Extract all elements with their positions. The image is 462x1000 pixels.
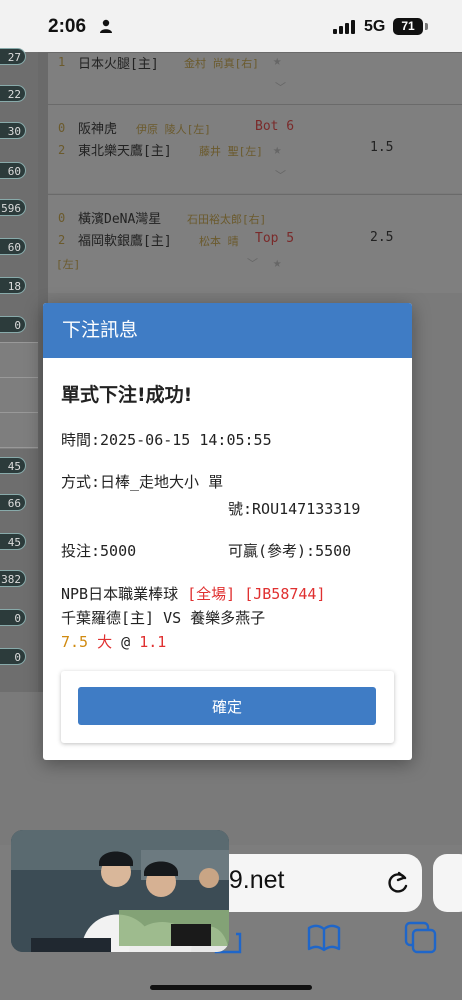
pip-video[interactable] [11, 830, 229, 952]
match-row[interactable]: 0 橫濱DeNA灣星 石田裕太郎[右] 2 福岡軟銀鷹[主] 松本 晴 Top … [48, 194, 462, 293]
match-odds[interactable]: 2.5 [370, 230, 393, 245]
bet-league-line: NPB日本職業棒球 [全場] [JB58744] [61, 583, 326, 604]
side-pill: 60 [0, 162, 26, 179]
network-label: 5G [364, 18, 386, 35]
star-icon[interactable]: ★ [273, 255, 281, 271]
match-odds[interactable]: 1.5 [370, 140, 393, 155]
video-frame-image [11, 830, 229, 952]
side-pill: 0 [0, 609, 26, 626]
match-pitcher-hand: [左] [56, 258, 81, 271]
bet-win: 可贏(參考):5500 [228, 542, 352, 560]
status-bar: 2:06 5G 71 [0, 0, 462, 52]
battery-cap [425, 23, 428, 30]
bet-method: 方式:日棒_走地大小 單 [61, 473, 224, 491]
match-inning: Top 5 [255, 231, 295, 246]
match-score: 2 [58, 143, 66, 157]
match-score: 1 [58, 55, 66, 69]
bet-time: 時間:2025-06-15 14:05:55 [61, 431, 272, 449]
bet-stake: 投注:5000 [61, 542, 137, 560]
match-pitcher: 伊原 陵人[左] [136, 123, 211, 136]
bet-scope: [全場] [187, 585, 236, 603]
side-pill: 596 [0, 199, 26, 216]
side-pill: 0 [0, 316, 26, 333]
match-score: 0 [58, 211, 66, 225]
modal-header: 下注訊息 [43, 303, 412, 358]
star-icon[interactable]: ★ [273, 53, 281, 69]
side-pill: 60 [0, 238, 26, 255]
match-pitcher: 石田裕太郎[右] [187, 213, 267, 226]
match-team: 日本火腿[主] [78, 57, 159, 72]
reload-icon[interactable] [385, 868, 411, 896]
bet-line-side: 大 [97, 633, 113, 651]
match-score: 2 [58, 233, 66, 247]
side-pill: 30 [0, 122, 26, 139]
bet-code: [JB58744] [244, 585, 326, 603]
match-pitcher: 松本 晴 [199, 235, 239, 248]
bet-selection-line: 7.5 大 @ 1.1 [61, 631, 166, 652]
bet-order-number: 號:ROU147133319 [228, 500, 361, 518]
confirm-button[interactable]: 確定 [78, 687, 376, 725]
match-team: 阪神虎 [78, 122, 118, 137]
match-team: 橫濱DeNA灣星 [78, 212, 162, 227]
side-pill: 22 [0, 85, 26, 102]
match-score: 0 [58, 121, 66, 135]
bet-at: @ [121, 633, 131, 651]
signal-icon [333, 20, 355, 34]
match-row[interactable]: 0 阪神虎 伊原 陵人[左] Bot 6 2 東北樂天鷹[主] 藤井 聖[左] … [48, 104, 462, 193]
side-gray-rows [0, 342, 38, 449]
match-inning: Bot 6 [255, 119, 295, 134]
confirm-container: 確定 [61, 671, 394, 743]
bookmarks-icon[interactable] [306, 920, 342, 956]
bet-odds: 1.1 [139, 633, 167, 651]
battery-icon: 71 [393, 18, 423, 35]
side-pill: 0 [0, 648, 26, 665]
success-title: 單式下注!成功! [61, 384, 193, 406]
side-pill: 18 [0, 277, 26, 294]
side-pill: 27 [0, 48, 26, 65]
bet-teams: 千葉羅德[主] VS 養樂多燕子 [61, 609, 266, 627]
bet-line-value: 7.5 [61, 633, 89, 651]
tab-strip[interactable] [433, 854, 462, 912]
side-pill: 382 [0, 570, 26, 587]
bet-league: NPB日本職業棒球 [61, 585, 179, 603]
match-row[interactable]: 1 日本火腿[主] 金村 尚真[右] ★ ﹀ [48, 52, 462, 105]
match-pitcher: 藤井 聖[左] [199, 145, 263, 158]
tabs-icon[interactable] [403, 920, 439, 956]
side-pill: 66 [0, 494, 26, 511]
match-team: 福岡軟銀鷹[主] [78, 234, 172, 249]
side-pill: 45 [0, 457, 26, 474]
bet-info-modal: 下注訊息 單式下注!成功! 時間:2025-06-15 14:05:55 方式:… [43, 303, 412, 760]
side-pill: 45 [0, 533, 26, 550]
chevron-down-icon[interactable]: ﹀ [247, 255, 258, 271]
match-team: 東北樂天鷹[主] [78, 144, 172, 159]
status-time: 2:06 [48, 16, 87, 37]
home-indicator [150, 985, 312, 990]
chevron-down-icon[interactable]: ﹀ [275, 79, 286, 95]
person-icon [100, 19, 112, 33]
star-icon[interactable]: ★ [273, 142, 281, 158]
chevron-down-icon[interactable]: ﹀ [275, 167, 286, 183]
match-pitcher: 金村 尚真[右] [184, 57, 259, 70]
